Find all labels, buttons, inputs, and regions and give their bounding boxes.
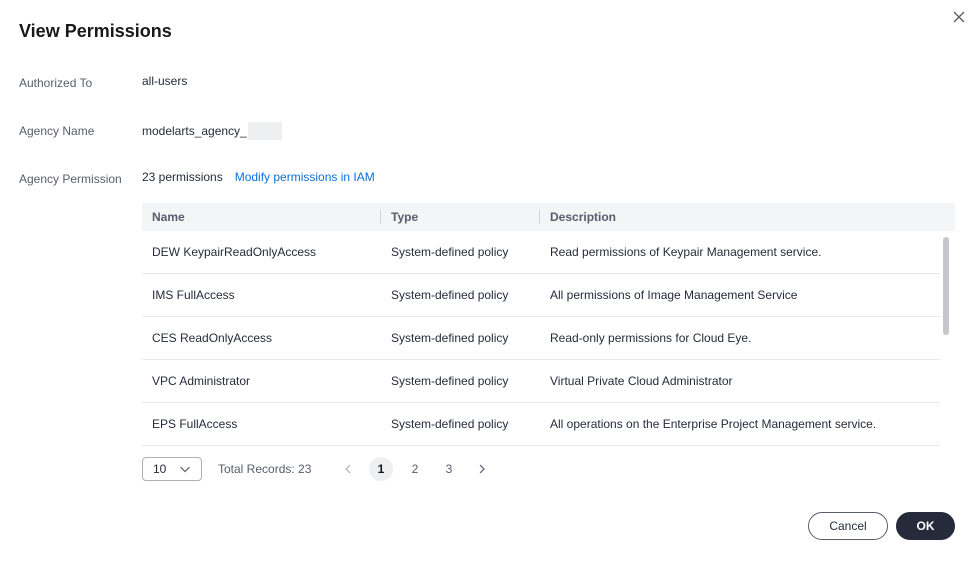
page-3-button[interactable]: 3 <box>437 457 461 481</box>
agency-permission-value: 23 permissions Modify permissions in IAM <box>142 170 375 184</box>
authorized-to-value: all-users <box>142 74 188 88</box>
cell-type: System-defined policy <box>391 374 509 388</box>
cell-name: VPC Administrator <box>152 374 251 388</box>
agency-name-value-wrap: modelarts_agency_ <box>142 122 282 140</box>
cell-name: IMS FullAccess <box>152 288 235 302</box>
modify-permissions-link[interactable]: Modify permissions in IAM <box>235 170 375 184</box>
page-2-button[interactable]: 2 <box>403 457 427 481</box>
cell-type: System-defined policy <box>391 288 509 302</box>
table-row: EPS FullAccess System-defined policy All… <box>142 403 940 446</box>
table-body: DEW KeypairReadOnlyAccess System-defined… <box>142 231 955 446</box>
column-divider <box>539 210 540 224</box>
table-header: Name Type Description <box>142 203 955 231</box>
cell-name: DEW KeypairReadOnlyAccess <box>152 245 317 259</box>
column-header-type: Type <box>391 210 419 224</box>
cell-type: System-defined policy <box>391 245 509 259</box>
cell-type: System-defined policy <box>391 417 509 431</box>
authorized-to-label: Authorized To <box>19 76 93 90</box>
chevron-right-icon[interactable] <box>476 463 488 475</box>
cell-name: EPS FullAccess <box>152 417 238 431</box>
view-permissions-dialog: View Permissions Authorized To all-users… <box>0 0 971 561</box>
permission-count: 23 permissions <box>142 170 223 184</box>
table-row: VPC Administrator System-defined policy … <box>142 360 940 403</box>
total-records: Total Records: 23 <box>218 462 312 476</box>
cell-description: Virtual Private Cloud Administrator <box>550 374 733 388</box>
page-size-select[interactable]: 10 <box>142 457 202 481</box>
table-row: IMS FullAccess System-defined policy All… <box>142 274 940 317</box>
cell-type: System-defined policy <box>391 331 509 345</box>
ok-button[interactable]: OK <box>896 512 955 540</box>
page-1-button[interactable]: 1 <box>369 457 393 481</box>
column-header-description: Description <box>550 210 617 224</box>
agency-name-value: modelarts_agency_ <box>142 124 247 138</box>
dialog-title: View Permissions <box>19 21 172 41</box>
permissions-table: Name Type Description DEW KeypairReadOnl… <box>142 203 955 447</box>
column-divider <box>380 210 381 224</box>
agency-name-label: Agency Name <box>19 124 95 138</box>
redacted-mask <box>247 122 282 140</box>
cell-description: All operations on the Enterprise Project… <box>550 417 877 431</box>
close-icon[interactable] <box>951 9 967 25</box>
table-row: CES ReadOnlyAccess System-defined policy… <box>142 317 940 360</box>
chevron-left-icon[interactable] <box>342 463 354 475</box>
table-row: DEW KeypairReadOnlyAccess System-defined… <box>142 231 940 274</box>
cell-name: CES ReadOnlyAccess <box>152 331 273 345</box>
cell-description: All permissions of Image Management Serv… <box>550 288 798 302</box>
cell-description: Read permissions of Keypair Management s… <box>550 245 822 259</box>
table-scrollbar[interactable] <box>943 237 949 335</box>
agency-permission-label: Agency Permission <box>19 172 122 186</box>
page-size-value: 10 <box>153 462 167 476</box>
cell-description: Read-only permissions for Cloud Eye. <box>550 331 752 345</box>
cancel-button[interactable]: Cancel <box>808 512 888 540</box>
column-header-name: Name <box>152 210 185 224</box>
pagination: 10 Total Records: 23 1 2 3 <box>142 457 542 481</box>
chevron-down-icon <box>180 466 190 473</box>
